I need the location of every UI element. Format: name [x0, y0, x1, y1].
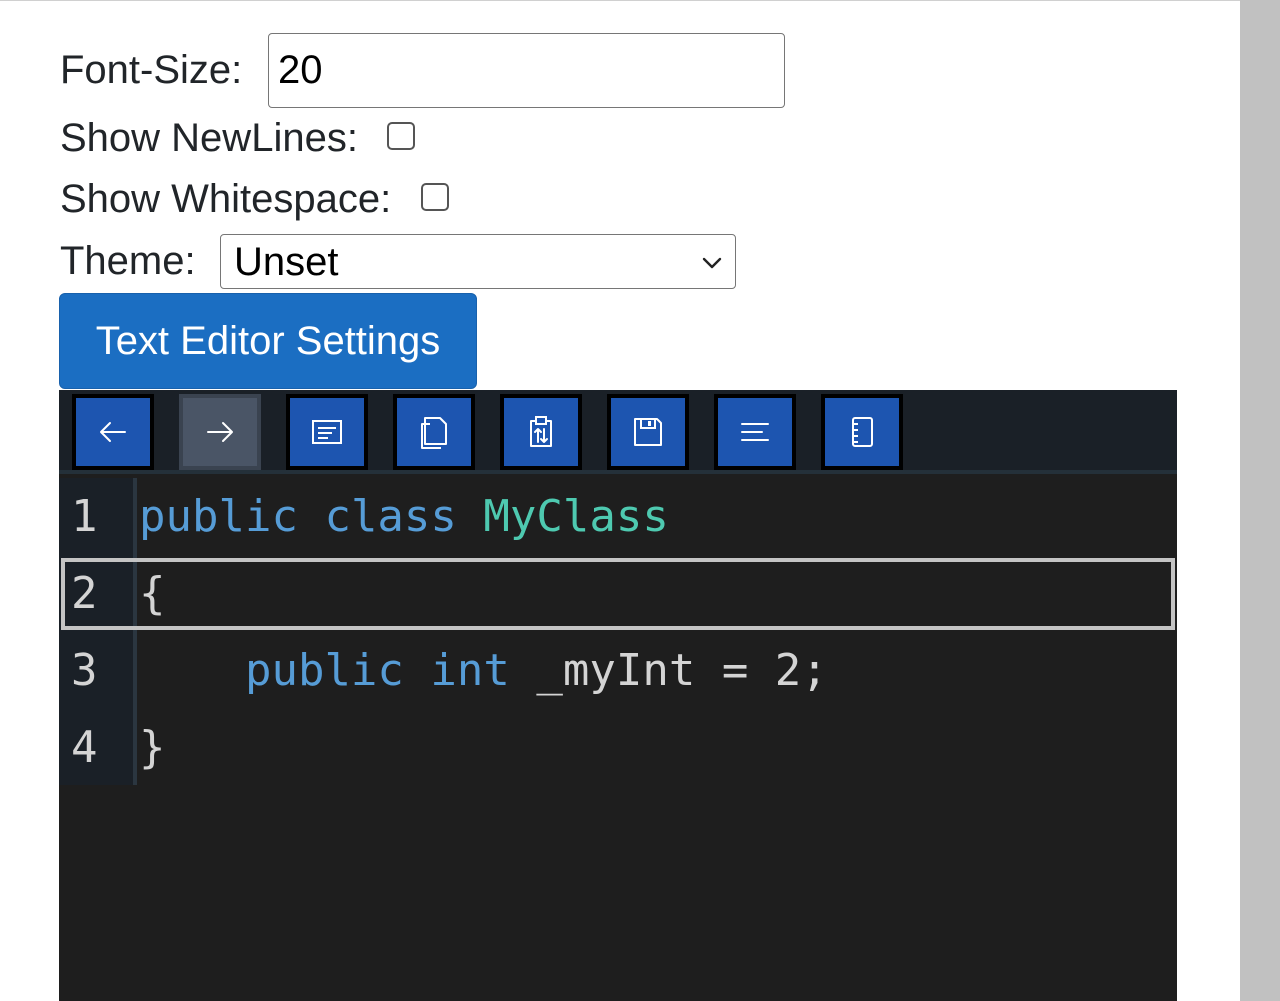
top-border: [0, 0, 1240, 1]
theme-select[interactable]: Unset: [220, 234, 736, 289]
code-token: int: [430, 645, 510, 696]
copy-button[interactable]: [393, 394, 475, 470]
window-icon: [312, 420, 342, 444]
code-token: class: [324, 491, 457, 542]
notebook-icon: [852, 417, 873, 447]
line-number: 4: [71, 722, 98, 773]
paste-button[interactable]: [500, 394, 582, 470]
code-line[interactable]: public class MyClass: [139, 491, 669, 542]
line-number: 3: [71, 645, 98, 696]
window-button[interactable]: [286, 394, 368, 470]
copy-icon: [421, 417, 447, 449]
clipboard-icon: [530, 416, 552, 447]
undo-button[interactable]: [72, 394, 154, 470]
notebook-button[interactable]: [821, 394, 903, 470]
arrow-right-icon: [207, 422, 233, 442]
code-token: public: [139, 491, 298, 542]
editor-toolbar: [59, 390, 1177, 474]
format-button[interactable]: [714, 394, 796, 470]
align-left-icon: [741, 423, 769, 441]
code-editor[interactable]: 1 2 3 4 public class MyClass { public in…: [59, 390, 1177, 1001]
show-newlines-label: Show NewLines:: [60, 116, 358, 160]
show-newlines-checkbox[interactable]: [387, 122, 415, 150]
theme-selected-value: Unset: [234, 240, 339, 284]
current-line-highlight: [61, 558, 1175, 630]
theme-label: Theme:: [60, 239, 196, 283]
line-number: 2: [71, 568, 98, 619]
redo-button[interactable]: [179, 394, 261, 470]
chevron-down-icon: [702, 257, 722, 269]
show-whitespace-label: Show Whitespace:: [60, 177, 392, 221]
code-token: }: [139, 722, 166, 773]
code-line[interactable]: {: [139, 568, 166, 619]
code-line[interactable]: public int _myInt = 2;: [139, 645, 828, 696]
arrow-left-icon: [100, 422, 126, 442]
page-scrollbar[interactable]: [1240, 0, 1280, 1001]
text-editor-settings-button[interactable]: Text Editor Settings: [59, 293, 477, 389]
code-line[interactable]: }: [139, 722, 166, 773]
code-token: {: [139, 568, 166, 619]
line-number: 1: [71, 491, 98, 542]
save-button[interactable]: [607, 394, 689, 470]
font-size-input[interactable]: [268, 33, 785, 108]
code-token: MyClass: [483, 491, 669, 542]
save-icon: [634, 418, 662, 446]
font-size-label: Font-Size:: [60, 48, 243, 92]
code-token: public: [244, 645, 404, 696]
show-whitespace-checkbox[interactable]: [421, 183, 449, 211]
code-token: _myInt = 2;: [509, 645, 828, 696]
